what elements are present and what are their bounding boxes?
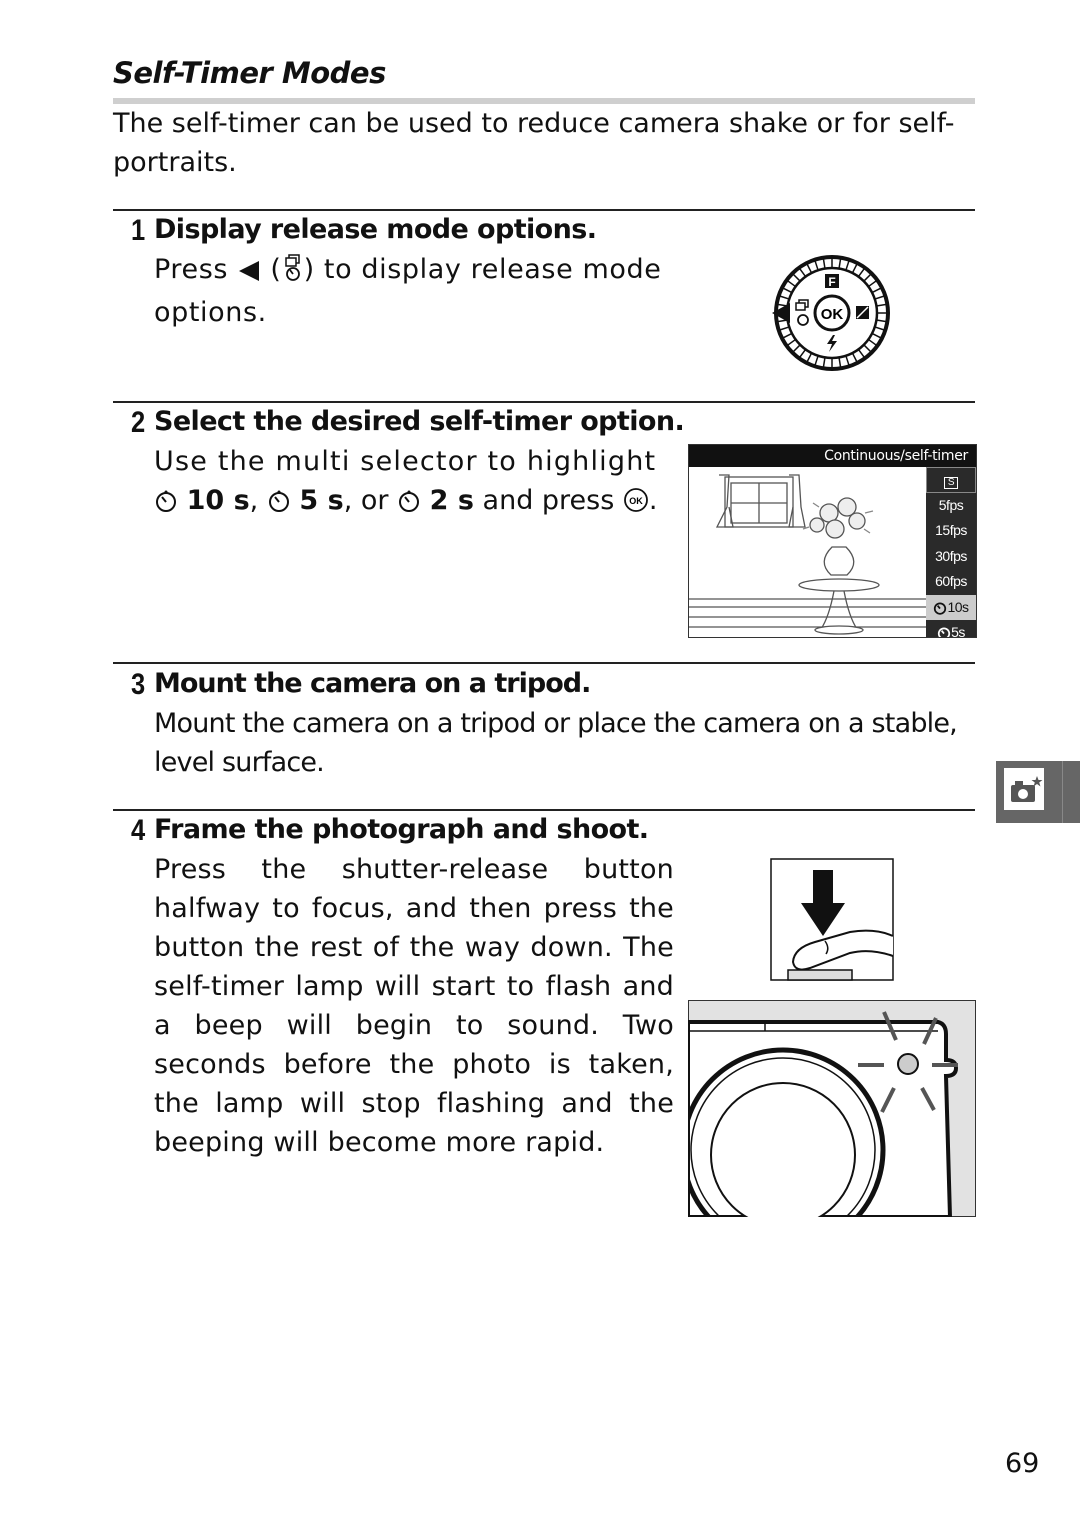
- self-timer-icon: [937, 623, 951, 637]
- page-number: 69: [1005, 1448, 1040, 1479]
- lcd-menu-item: 5fps: [938, 496, 964, 513]
- lcd-menu-item: 15fps: [935, 522, 967, 538]
- self-timer-icon: [154, 485, 178, 524]
- step-number: 3: [131, 668, 146, 701]
- step-text: Press: [154, 254, 229, 285]
- lcd-title: Continuous/self-timer: [689, 445, 976, 467]
- exposure-compensation-icon: [856, 306, 869, 319]
- option-2s: 2 s: [429, 485, 474, 516]
- multi-selector-dial: OK F: [770, 253, 895, 377]
- step-heading: Display release mode options.: [154, 214, 597, 245]
- step-heading: Mount the camera on a tripod.: [154, 668, 591, 699]
- step-body: Press the shutter-release button halfway…: [154, 854, 674, 1158]
- step-divider: [113, 209, 975, 211]
- step-divider: [113, 401, 975, 403]
- release-mode-icon: [282, 254, 304, 293]
- option-10s: 10 s: [186, 485, 250, 516]
- step-body: Press () to display release mode options…: [154, 254, 662, 328]
- step-number: 2: [131, 406, 146, 439]
- shutter-press-illustration: [770, 858, 894, 986]
- camera-lcd-screen: Continuous/self-timer S 5fps 15fps 30fps 60f…: [688, 444, 977, 638]
- lcd-menu-item: 30fps: [935, 547, 967, 564]
- step-options-line: 10 s, 5 s, or 2 s and press OK.: [154, 481, 684, 524]
- svg-text:OK: OK: [629, 496, 643, 506]
- lcd-menu-item: S: [926, 467, 976, 493]
- step-text: Use the multi selector to highlight: [154, 446, 657, 477]
- self-timer-icon: [397, 485, 421, 524]
- chapter-tab[interactable]: [996, 761, 1080, 823]
- step-body: Mount the camera on a tripod or place th…: [154, 708, 958, 778]
- lcd-scene-illustration: [689, 474, 926, 635]
- step-divider: [113, 809, 975, 811]
- step-number: 4: [131, 814, 146, 847]
- lcd-menu-item: 60fps: [935, 573, 967, 589]
- option-5s: 5 s: [299, 485, 344, 516]
- intro-text: The self-timer can be used to reduce cam…: [113, 108, 955, 178]
- step-body: Use the multi selector to highlight 10 s…: [154, 442, 684, 524]
- release-mode-menu: S 5fps 15fps 30fps 60fps 10s 5s: [926, 467, 976, 637]
- step-text: to display release mode options.: [154, 254, 662, 328]
- step-divider: [113, 662, 975, 664]
- self-timer-icon: [267, 485, 291, 524]
- svg-text:F: F: [828, 275, 835, 289]
- ok-button-icon: OK: [623, 485, 649, 524]
- left-arrow-icon: [237, 254, 261, 293]
- section-title: Self-Timer Modes: [113, 56, 386, 90]
- step-heading: Frame the photograph and shoot.: [154, 814, 649, 845]
- self-timer-lamp-illustration: [680, 1000, 976, 1253]
- lcd-menu-item: 10s: [926, 594, 976, 620]
- dial-ok-label: OK: [821, 306, 844, 323]
- single-frame-icon: S: [943, 477, 959, 489]
- camera-star-icon: [1004, 768, 1044, 810]
- step-number: 1: [131, 214, 146, 247]
- step-heading: Select the desired self-timer option.: [154, 406, 685, 437]
